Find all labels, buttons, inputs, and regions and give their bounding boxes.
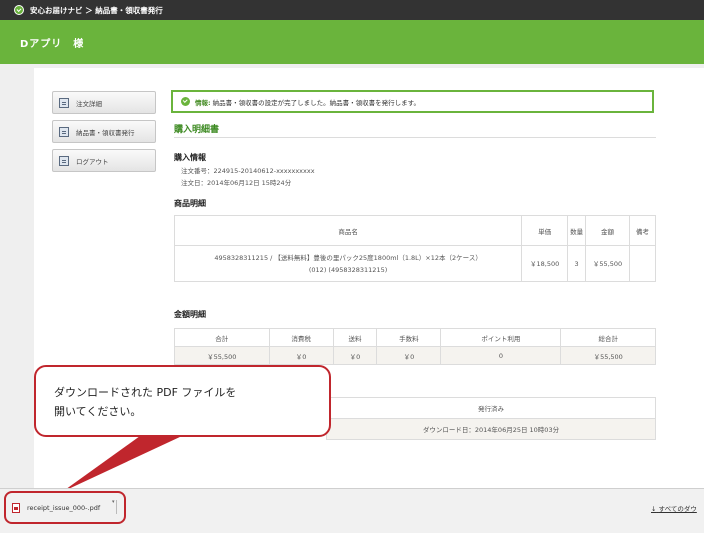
- col-grand-total: 総合計: [560, 328, 656, 347]
- product-name-line2: (012) (4958328311215): [308, 265, 388, 274]
- col-subtotal: 合計: [174, 328, 270, 347]
- instruction-callout: ダウンロードされた PDF ファイルを 開いてください。: [34, 365, 331, 437]
- amount-cell: ￥55,500: [585, 245, 631, 282]
- info-message-box: 情報: 納品書・領収書の設定が完了しました。納品書・領収書を発行します。: [171, 90, 654, 113]
- product-name-line1: 4958328311215 / 【送料無料】豊後の里パック25度1800ml（1…: [214, 253, 482, 262]
- logout-icon: [59, 155, 69, 166]
- show-all-label: すべてのダウ: [658, 505, 697, 513]
- table-row: 発行済み: [326, 397, 656, 419]
- issue-status: 発行済み: [326, 397, 656, 419]
- sidebar-item-logout[interactable]: ログアウト: [52, 149, 156, 172]
- quantity-cell: 3: [567, 245, 587, 282]
- title-divider: [174, 137, 656, 138]
- download-date: ダウンロード日：2014年06月25日 10時03分: [326, 418, 656, 440]
- page-title: 購入明細書: [174, 125, 220, 135]
- purchase-info-heading: 購入情報: [174, 153, 206, 162]
- col-unit-price: 単価: [521, 215, 569, 246]
- points-value: 0: [440, 346, 562, 365]
- order-date: 注文日：2014年06月12日 15時24分: [181, 179, 292, 187]
- table-row: ダウンロード日：2014年06月25日 10時03分: [326, 418, 656, 440]
- unit-price-cell: ￥18,500: [521, 245, 569, 282]
- document-icon: [59, 126, 69, 137]
- download-highlight-ring: [4, 491, 126, 524]
- issue-status-table: 発行済み ダウンロード日：2014年06月25日 10時03分: [326, 397, 656, 440]
- document-icon: [59, 97, 69, 108]
- product-name-cell: 4958328311215 / 【送料無料】豊後の里パック25度1800ml（1…: [173, 245, 523, 282]
- tax-value: ￥0: [268, 346, 334, 365]
- info-label: 情報:: [195, 98, 211, 107]
- amounts-heading: 金額明細: [174, 310, 206, 319]
- sidebar-item-receipt-issue[interactable]: 納品書・領収書発行: [52, 120, 156, 143]
- user-header: Dアプリ 様: [0, 20, 704, 64]
- shipping-value: ￥0: [332, 346, 378, 365]
- check-circle-icon: [181, 97, 190, 106]
- top-nav-bar: 安心お届けナビ ＞ 納品書・領収書発行: [0, 0, 704, 20]
- sidebar-item-label: 納品書・領収書発行: [76, 128, 135, 137]
- amounts-table: 合計 消費税 送料 手数料 ポイント利用 総合計 ￥55,500 ￥0 ￥0 ￥…: [174, 328, 656, 365]
- show-all-downloads-link[interactable]: ↓ すべてのダウ: [651, 503, 697, 513]
- table-row: 4958328311215 / 【送料無料】豊後の里パック25度1800ml（1…: [173, 245, 656, 282]
- sidebar: 注文詳細 納品書・領収書発行 ログアウト: [52, 91, 156, 178]
- col-fee: 手数料: [376, 328, 442, 347]
- col-note: 備考: [629, 215, 656, 246]
- grand-total-value: ￥55,500: [560, 346, 656, 365]
- callout-line2: 開いてください。: [54, 405, 142, 418]
- sidebar-item-order-details[interactable]: 注文詳細: [52, 91, 156, 114]
- download-arrow-icon: ↓: [651, 505, 657, 513]
- order-number: 注文番号：224915-20140612-xxxxxxxxxx: [181, 167, 315, 175]
- callout-line1: ダウンロードされた PDF ファイルを: [54, 386, 237, 399]
- check-logo-icon: [14, 5, 24, 15]
- note-cell: [629, 245, 656, 282]
- sidebar-item-label: ログアウト: [76, 157, 109, 166]
- col-points: ポイント利用: [440, 328, 562, 347]
- user-name: Dアプリ 様: [20, 38, 85, 50]
- col-shipping: 送料: [332, 328, 378, 347]
- col-amount: 金額: [585, 215, 631, 246]
- breadcrumb: 安心お届けナビ ＞ 納品書・領収書発行: [30, 5, 163, 15]
- subtotal-value: ￥55,500: [174, 346, 270, 365]
- table-row: ￥55,500 ￥0 ￥0 ￥0 0 ￥55,500: [174, 346, 656, 365]
- table-header-row: 合計 消費税 送料 手数料 ポイント利用 総合計: [174, 328, 656, 347]
- sidebar-item-label: 注文詳細: [76, 99, 102, 108]
- fee-value: ￥0: [376, 346, 442, 365]
- items-table: 商品名 単価 数量 金額 備考 4958328311215 / 【送料無料】豊後…: [173, 215, 656, 282]
- table-header-row: 商品名 単価 数量 金額 備考: [173, 215, 656, 246]
- col-product-name: 商品名: [173, 215, 523, 246]
- col-quantity: 数量: [567, 215, 587, 246]
- items-heading: 商品明細: [174, 199, 206, 208]
- col-tax: 消費税: [268, 328, 334, 347]
- info-message: 納品書・領収書の設定が完了しました。納品書・領収書を発行します。: [212, 98, 420, 107]
